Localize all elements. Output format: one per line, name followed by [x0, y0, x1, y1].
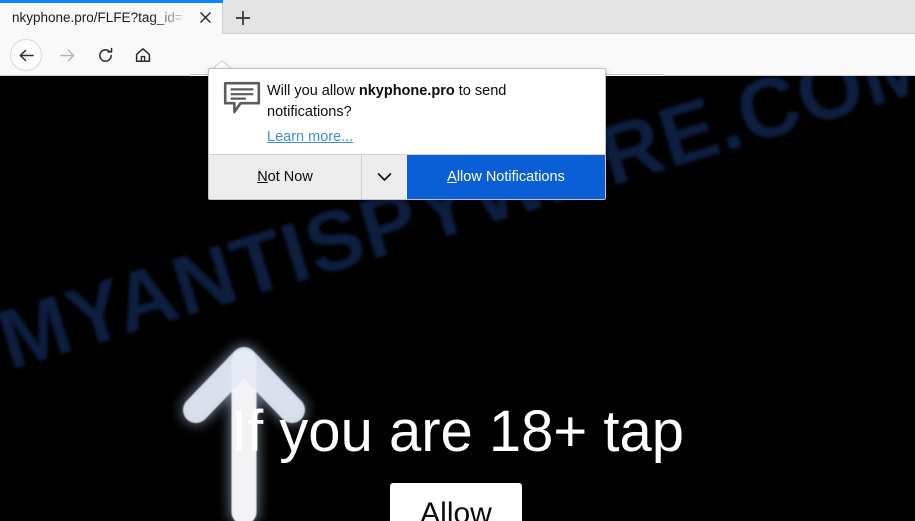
allow-accesskey: A — [447, 169, 457, 185]
browser-window: nkyphone.pro/FLFE?tag_id= MYANTISPYWARE.… — [0, 0, 915, 521]
notification-permission-popup: Will you allow nkyphone.pro to send noti… — [208, 68, 606, 200]
tab-strip: nkyphone.pro/FLFE?tag_id= — [0, 0, 915, 34]
back-arrow-icon — [19, 49, 34, 61]
close-icon[interactable] — [197, 9, 214, 26]
tab-active-indicator — [0, 0, 223, 3]
not-now-accesskey: N — [257, 169, 268, 185]
chevron-down-icon — [377, 173, 392, 181]
chat-bubble-icon — [223, 81, 261, 115]
doorhanger-message-prefix: Will you allow — [267, 83, 359, 99]
reload-icon — [98, 47, 112, 62]
doorhanger-body: Will you allow nkyphone.pro to send noti… — [209, 69, 605, 154]
home-button[interactable] — [130, 42, 156, 68]
plus-icon — [236, 11, 250, 25]
not-now-button[interactable]: Not Now — [209, 155, 362, 199]
not-now-label-rest: ot Now — [267, 169, 313, 185]
doorhanger-message: Will you allow nkyphone.pro to send noti… — [267, 81, 587, 123]
doorhanger-message-host: nkyphone.pro — [358, 83, 455, 99]
doorhanger-footer: Not Now Allow Notifications — [209, 154, 605, 199]
doorhanger-dropdown-button[interactable] — [362, 155, 407, 199]
browser-tab-active[interactable]: nkyphone.pro/FLFE?tag_id= — [0, 0, 223, 34]
forward-arrow-icon — [59, 49, 74, 61]
page-allow-button[interactable]: Allow — [390, 483, 522, 521]
back-button[interactable] — [10, 39, 42, 71]
reload-button[interactable] — [92, 42, 118, 68]
learn-more-link[interactable]: Learn more... — [267, 127, 353, 147]
page-headline: If you are 18+ tap — [230, 399, 685, 464]
allow-notifications-button[interactable]: Allow Notifications — [407, 155, 605, 199]
new-tab-button[interactable] — [231, 6, 255, 30]
forward-button — [54, 42, 80, 68]
tab-title: nkyphone.pro/FLFE?tag_id= — [12, 10, 183, 25]
home-icon — [135, 48, 151, 62]
allow-label-rest: llow Notifications — [456, 169, 565, 185]
